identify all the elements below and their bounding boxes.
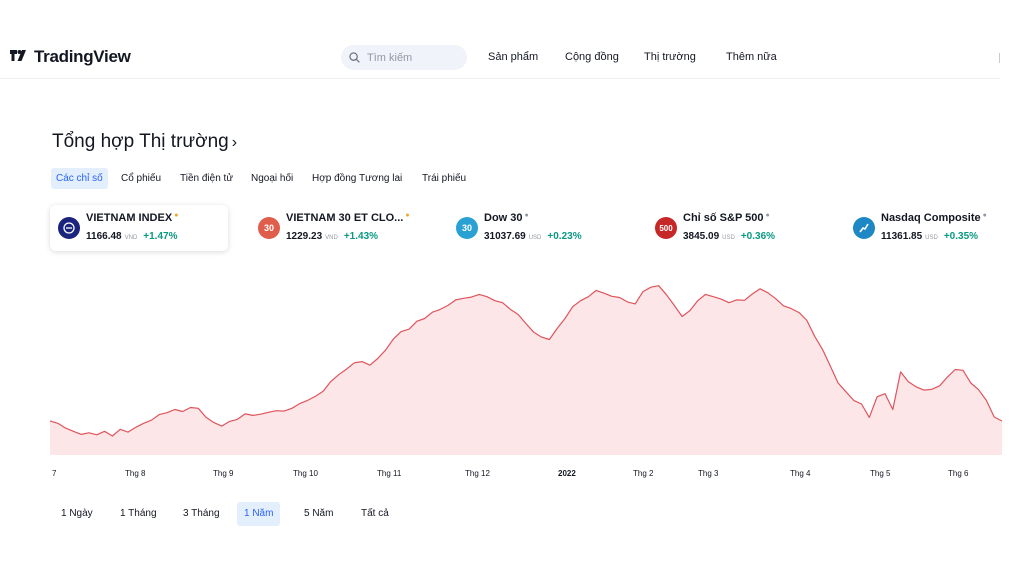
- range-5-years[interactable]: 5 Năm: [297, 502, 340, 526]
- tab-crypto[interactable]: Tiền điện tử: [175, 168, 238, 189]
- tradingview-logo-icon: [10, 50, 26, 61]
- tradingview-logo[interactable]: TradingView: [8, 47, 131, 67]
- ticker-price: 1166.48 VND +1.47%: [86, 231, 178, 242]
- index-chart[interactable]: 7 Thg 8 Thg 9 Thg 10 Thg 11 Thg 12 2022 Thg 2 Th…: [50, 265, 1002, 485]
- search-icon: [349, 52, 360, 63]
- x-tick-label: Thg 11: [377, 469, 402, 478]
- x-tick-label: Thg 3: [698, 469, 719, 478]
- status-dot-icon: ●: [982, 212, 987, 219]
- tab-stocks[interactable]: Cổ phiếu: [116, 168, 166, 189]
- nav-markets[interactable]: Thị trường: [644, 51, 696, 63]
- chevron-right-icon: ›: [231, 134, 238, 151]
- header-edge-divider: [999, 53, 1000, 63]
- x-tick-label: Thg 6: [948, 469, 969, 478]
- tab-bonds[interactable]: Trái phiếu: [417, 168, 471, 189]
- nasdaq-icon: [853, 217, 875, 239]
- x-tick-label: Thg 4: [790, 469, 811, 478]
- nav-products[interactable]: Sản phẩm: [488, 51, 538, 63]
- ticker-change: +0.35%: [943, 231, 979, 242]
- ticker-card-vietnam-index[interactable]: VIETNAM INDEX ● 1166.48 VND +1.47%: [50, 205, 228, 251]
- x-axis: 7 Thg 8 Thg 9 Thg 10 Thg 11 Thg 12 2022 Thg 2 Th…: [52, 469, 969, 478]
- sp-500-icon: 500: [655, 217, 677, 239]
- ticker-name: Nasdaq Composite ●: [881, 212, 987, 224]
- ticker-change: +1.47%: [143, 231, 178, 242]
- vietnam-index-icon: [58, 217, 80, 239]
- x-tick-label: 7: [52, 469, 57, 478]
- logo-text: TradingView: [34, 47, 131, 66]
- chart-area-fill: [50, 285, 1002, 455]
- range-all[interactable]: Tất cả: [354, 502, 396, 526]
- nav-more[interactable]: Thêm nữa: [726, 51, 777, 63]
- ticker-change: +0.36%: [740, 231, 776, 242]
- ticker-change: +0.23%: [547, 231, 582, 242]
- status-dot-icon: ●: [174, 212, 179, 219]
- ticker-name: VIETNAM 30 ET CLO... ●: [286, 212, 410, 224]
- search-input[interactable]: [365, 50, 459, 65]
- search-box[interactable]: [341, 45, 467, 70]
- ticker-name: VIETNAM INDEX ●: [86, 212, 179, 224]
- vn30-icon: 30: [258, 217, 280, 239]
- ticker-price: 1229.23 VND +1.43%: [286, 231, 379, 242]
- tab-indices[interactable]: Các chỉ số: [51, 168, 108, 189]
- ticker-card-dow-30[interactable]: 30 Dow 30 ● 31037.69 USD +0.23%: [448, 205, 628, 251]
- status-dot-icon: ●: [765, 212, 770, 219]
- x-tick-label: Thg 9: [213, 469, 234, 478]
- ticker-name: Chỉ số S&P 500 ●: [683, 212, 770, 224]
- status-dot-icon: ●: [405, 212, 410, 219]
- page-title-text: Tổng hợp Thị trường: [52, 131, 229, 152]
- status-dot-icon: ●: [524, 212, 529, 219]
- top-header: TradingView Sản phẩm Cộng đồng Thị trườn…: [0, 0, 1000, 79]
- ticker-card-nasdaq[interactable]: Nasdaq Composite ● 11361.85 USD +0.35%: [845, 205, 1003, 251]
- ticker-card-vietnam-30[interactable]: 30 VIETNAM 30 ET CLO... ● 1229.23 VND +1.43…: [250, 205, 430, 251]
- ticker-price: 3845.09 USD +0.36%: [683, 231, 776, 242]
- ticker-price: 31037.69 USD +0.23%: [484, 231, 582, 242]
- ticker-change: +1.43%: [343, 231, 379, 242]
- ticker-price: 11361.85 USD +0.35%: [881, 231, 979, 242]
- range-3-months[interactable]: 3 Tháng: [176, 502, 227, 526]
- nav-community[interactable]: Cộng đồng: [565, 51, 619, 63]
- x-tick-label: 2022: [558, 469, 576, 478]
- x-tick-label: Thg 5: [870, 469, 891, 478]
- x-tick-label: Thg 10: [293, 469, 318, 478]
- range-1-year[interactable]: 1 Năm: [237, 502, 281, 526]
- range-1-month[interactable]: 1 Tháng: [113, 502, 164, 526]
- range-1-day[interactable]: 1 Ngày: [54, 502, 100, 526]
- x-tick-label: Thg 2: [633, 469, 654, 478]
- x-tick-label: Thg 12: [465, 469, 490, 478]
- tab-futures[interactable]: Hợp đồng Tương lai: [307, 168, 407, 189]
- ticker-card-sp-500[interactable]: 500 Chỉ số S&P 500 ● 3845.09 USD +0.36%: [647, 205, 827, 251]
- x-tick-label: Thg 8: [125, 469, 146, 478]
- ticker-name: Dow 30 ●: [484, 212, 529, 224]
- dow-30-icon: 30: [456, 217, 478, 239]
- page-title[interactable]: Tổng hợp Thị trường ›: [52, 131, 237, 153]
- tab-forex[interactable]: Ngoại hối: [246, 168, 298, 189]
